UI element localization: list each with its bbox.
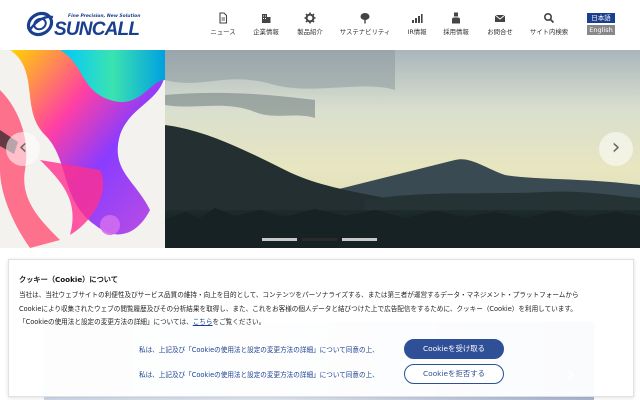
slider-dot[interactable]: [262, 238, 297, 241]
nav-sustainability[interactable]: サステナビリティ: [338, 12, 392, 40]
chevron-right-icon: ›: [611, 135, 621, 160]
cookie-details-link[interactable]: こちら: [193, 318, 213, 326]
nav-label: お問合せ: [487, 28, 513, 36]
nav-label: 企業情報: [253, 28, 279, 36]
nav-products[interactable]: 製品紹介: [293, 12, 327, 40]
lang-english-button[interactable]: English: [587, 25, 615, 35]
reject-consent-text: 私は、上記及び「Cookieの使用法と設定の変更方法の詳細」について同意の上、: [139, 371, 379, 379]
gear-icon: [304, 12, 316, 24]
slider-dot-active[interactable]: [302, 238, 337, 241]
reject-cookie-button[interactable]: Cookieを拒否する: [404, 364, 504, 384]
slide-mountain-sunset-image: [165, 50, 640, 248]
nav-label: 採用情報: [443, 28, 469, 36]
nav-label: 製品紹介: [297, 28, 323, 36]
cookie-title: クッキー（Cookie）について: [19, 275, 118, 284]
nav-recruit[interactable]: 採用情報: [441, 12, 471, 40]
cookie-text-line: 「Cookieの使用法と設定の変更方法の詳細」については、こちらをご覧ください。: [19, 316, 631, 330]
cookie-text: 「Cookieの使用法と設定の変更方法の詳細」については、: [19, 318, 193, 327]
cookie-consent-banner: クッキー（Cookie）について 当社は、当社ウェブサイトの利便性及びサービス品…: [8, 259, 634, 397]
logo-brand: SUNCALL: [54, 19, 140, 40]
building-icon: [262, 14, 271, 23]
site-header: Fine Precision, New Solution SUNCALL ニュー…: [0, 0, 640, 50]
accept-consent-text: 私は、上記及び「Cookieの使用法と設定の変更方法の詳細」について同意の上、: [139, 346, 379, 354]
person-icon: [452, 12, 460, 24]
cookie-text: をご覧ください。: [212, 318, 266, 327]
tree-icon: [360, 13, 370, 24]
nav-news[interactable]: ニュース: [205, 12, 241, 40]
cookie-text-line: 当社は、当社ウェブサイトの利便性及びサービス品質の維持・向上を目的として、コンテ…: [19, 291, 579, 299]
slider-prev-button[interactable]: ‹: [6, 132, 40, 166]
nav-label: IR情報: [407, 28, 427, 36]
nav-search[interactable]: サイト内検索: [527, 12, 571, 40]
logo-swirl-icon: [26, 11, 54, 37]
accept-cookie-button[interactable]: Cookieを受け取る: [404, 339, 504, 359]
cookie-text-line: Cookieにより収集されたウェブの閲覧履歴及びその分析結果を取得し、また、これ…: [19, 304, 577, 313]
suncall-logo[interactable]: Fine Precision, New Solution SUNCALL: [26, 9, 140, 39]
nav-label: サイト内検索: [529, 28, 569, 36]
chevron-left-icon: ‹: [18, 135, 28, 160]
cookie-description: 当社は、当社ウェブサイトの利便性及びサービス品質の維持・向上を目的として、コンテ…: [19, 289, 631, 330]
bar-chart-icon: [412, 14, 423, 23]
document-icon: [219, 12, 228, 24]
nav-label: サステナビリティ: [339, 28, 391, 36]
nav-ir[interactable]: IR情報: [405, 12, 429, 40]
lang-japanese-button[interactable]: 日本語: [587, 13, 615, 23]
nav-company[interactable]: 企業情報: [249, 12, 283, 40]
search-icon: [543, 12, 555, 24]
slider-next-button[interactable]: ›: [599, 132, 633, 166]
nav-contact[interactable]: お問合せ: [483, 12, 517, 40]
nav-label: ニュース: [210, 28, 236, 36]
slider-dot[interactable]: [342, 238, 377, 241]
hero-slider: ‹ ›: [0, 50, 640, 248]
mail-icon: [494, 14, 506, 22]
